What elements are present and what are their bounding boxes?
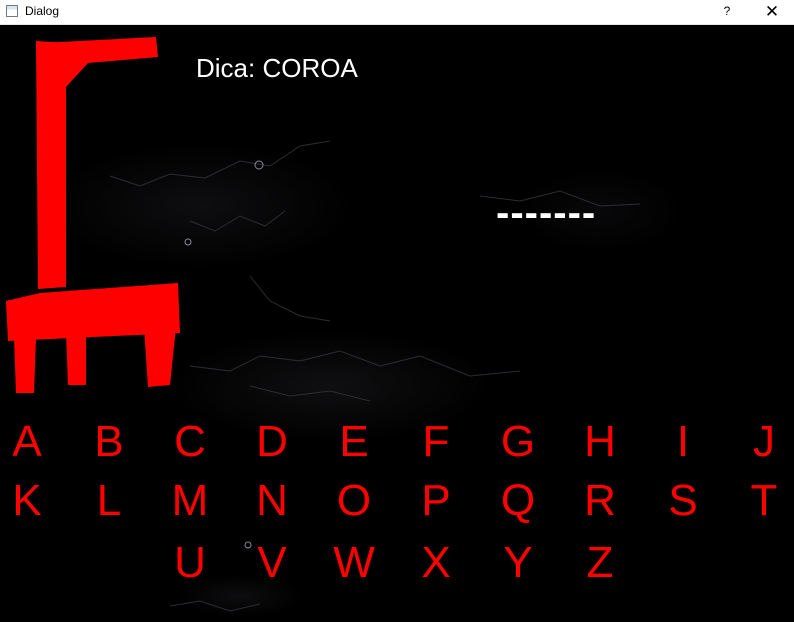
window-title: Dialog (25, 4, 60, 18)
game-area: Dica: COROA ------- A B C D E F G H I J … (0, 26, 794, 622)
help-button[interactable]: ? (708, 0, 746, 25)
letter-button-f[interactable]: F (413, 417, 459, 467)
gallows-leg (144, 327, 176, 387)
letter-button-u[interactable]: U (167, 538, 213, 588)
gallows-leg (66, 333, 86, 385)
letter-button-b[interactable]: B (86, 417, 132, 467)
letter-button-z[interactable]: Z (577, 538, 623, 588)
letter-button-j[interactable]: J (741, 417, 787, 467)
letter-button-q[interactable]: Q (495, 476, 541, 526)
letter-button-p[interactable]: P (413, 476, 459, 526)
letter-button-i[interactable]: I (660, 417, 706, 467)
letter-button-n[interactable]: N (249, 476, 295, 526)
title-bar: Dialog ? ✕ (0, 0, 794, 25)
gallows-drawing (6, 37, 180, 393)
letter-button-a[interactable]: A (4, 417, 50, 467)
letter-button-s[interactable]: S (660, 476, 706, 526)
letter-button-w[interactable]: W (331, 538, 377, 588)
letter-button-e[interactable]: E (331, 417, 377, 467)
letter-button-r[interactable]: R (577, 476, 623, 526)
letter-button-y[interactable]: Y (495, 538, 541, 588)
letter-button-x[interactable]: X (413, 538, 459, 588)
letter-button-l[interactable]: L (86, 476, 132, 526)
letter-button-o[interactable]: O (331, 476, 377, 526)
letter-button-c[interactable]: C (167, 417, 213, 467)
letter-button-v[interactable]: V (249, 538, 295, 588)
letter-button-k[interactable]: K (4, 476, 50, 526)
letter-button-g[interactable]: G (495, 417, 541, 467)
app-window-icon (6, 5, 18, 17)
letter-button-t[interactable]: T (741, 476, 787, 526)
letter-button-h[interactable]: H (577, 417, 623, 467)
gallows-leg (14, 337, 36, 393)
hint-label: Dica: COROA (196, 53, 358, 83)
letter-button-m[interactable]: M (167, 476, 213, 526)
gallows-post (36, 41, 66, 289)
masked-word: ------- (496, 191, 597, 235)
letter-button-d[interactable]: D (249, 417, 295, 467)
close-button[interactable]: ✕ (750, 0, 794, 25)
